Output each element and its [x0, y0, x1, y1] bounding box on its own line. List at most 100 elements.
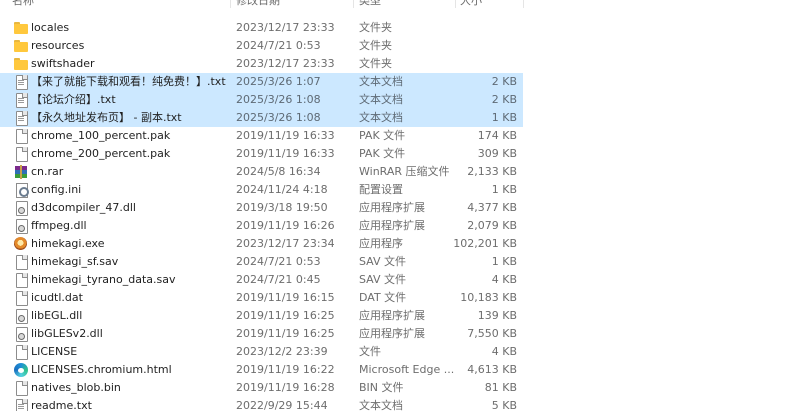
file-size: 2,079 KB — [467, 219, 517, 232]
file-icon — [13, 146, 29, 162]
file-row[interactable]: libGLESv2.dll 2019/11/19 16:25 应用程序扩展 7,550… — [0, 325, 523, 343]
file-modified-date: 2023/12/17 23:33 — [236, 57, 335, 70]
file-row[interactable]: ffmpeg.dll 2019/11/19 16:26 应用程序扩展 2,079 KB — [0, 217, 523, 235]
file-row[interactable]: config.ini 2024/11/24 4:18 配置设置 1 KB — [0, 181, 523, 199]
file-name: locales — [31, 21, 70, 34]
file-type: 文本文档 — [359, 399, 403, 411]
column-header-date[interactable]: 修改日期 — [236, 0, 280, 10]
file-explorer-list: 名称 修改日期 类型 大小 locales 2023/12/17 23:33 文件夹… — [0, 0, 800, 411]
file-modified-date: 2019/11/19 16:15 — [236, 291, 335, 304]
file-size: 7,550 KB — [467, 327, 517, 340]
file-row[interactable]: chrome_100_percent.pak 2019/11/19 16:33 PA… — [0, 127, 523, 145]
file-size: 1 KB — [491, 183, 517, 196]
file-row[interactable]: himekagi.exe 2023/12/17 23:34 应用程序 102,201 … — [0, 235, 523, 253]
file-row[interactable]: d3dcompiler_47.dll 2019/3/18 19:50 应用程序扩展 4… — [0, 199, 523, 217]
file-name: himekagi_sf.sav — [31, 255, 119, 268]
dll-file-icon — [13, 308, 29, 324]
file-type: SAV 文件 — [359, 273, 407, 286]
file-name: resources — [31, 39, 85, 52]
file-name: himekagi.exe — [31, 237, 105, 250]
file-row[interactable]: swiftshader 2023/12/17 23:33 文件夹 — [0, 55, 523, 73]
file-row[interactable]: 【来了就能下载和观看！纯免费！】.txt 2025/3/26 1:07 文本文档 2 … — [0, 73, 523, 91]
column-header-row: 名称 修改日期 类型 大小 — [0, 0, 523, 10]
column-divider[interactable] — [455, 0, 456, 8]
file-modified-date: 2025/3/26 1:08 — [236, 111, 321, 124]
column-header-size[interactable]: 大小 — [460, 0, 482, 10]
file-type: 文本文档 — [359, 111, 403, 124]
file-size: 2 KB — [491, 93, 517, 106]
edge-html-icon — [13, 362, 29, 378]
column-divider[interactable] — [353, 0, 354, 8]
file-type: Microsoft Edge ... — [359, 363, 455, 376]
column-divider[interactable] — [523, 0, 524, 8]
file-name: LICENSES.chromium.html — [31, 363, 172, 376]
file-name: 【永久地址发布页】 - 副本.txt — [31, 111, 182, 124]
file-type: 文本文档 — [359, 75, 403, 88]
file-name: config.ini — [31, 183, 82, 196]
file-size: 81 KB — [484, 381, 517, 394]
file-icon — [13, 272, 29, 288]
file-name: chrome_200_percent.pak — [31, 147, 171, 160]
folder-icon — [13, 20, 29, 36]
file-type: WinRAR 压缩文件 — [359, 165, 450, 178]
file-name: natives_blob.bin — [31, 381, 121, 394]
file-name: libGLESv2.dll — [31, 327, 103, 340]
file-type: 文件夹 — [359, 57, 392, 70]
file-list: locales 2023/12/17 23:33 文件夹 resources 2024/… — [0, 19, 800, 411]
file-type: 配置设置 — [359, 183, 403, 196]
file-size: 4,377 KB — [467, 201, 517, 214]
file-row[interactable]: readme.txt 2022/9/29 15:44 文本文档 5 KB — [0, 397, 523, 411]
file-row[interactable]: locales 2023/12/17 23:33 文件夹 — [0, 19, 523, 37]
file-row[interactable]: LICENSE 2023/12/2 23:39 文件 4 KB — [0, 343, 523, 361]
column-header-type[interactable]: 类型 — [359, 0, 381, 10]
file-size: 5 KB — [491, 399, 517, 411]
file-modified-date: 2025/3/26 1:08 — [236, 93, 321, 106]
file-modified-date: 2019/11/19 16:26 — [236, 219, 335, 232]
file-size: 2,133 KB — [467, 165, 517, 178]
file-icon — [13, 380, 29, 396]
file-modified-date: 2019/11/19 16:33 — [236, 147, 335, 160]
file-name: libEGL.dll — [31, 309, 83, 322]
file-modified-date: 2019/11/19 16:25 — [236, 309, 335, 322]
file-type: 应用程序扩展 — [359, 327, 425, 340]
winrar-archive-icon — [13, 164, 29, 180]
file-row[interactable]: 【永久地址发布页】 - 副本.txt 2025/3/26 1:08 文本文档 1 KB — [0, 109, 523, 127]
column-divider[interactable] — [230, 0, 231, 8]
file-size: 2 KB — [491, 75, 517, 88]
file-row[interactable]: chrome_200_percent.pak 2019/11/19 16:33 PA… — [0, 145, 523, 163]
file-name: swiftshader — [31, 57, 95, 70]
file-modified-date: 2022/9/29 15:44 — [236, 399, 328, 411]
dll-file-icon — [13, 218, 29, 234]
file-type: 应用程序扩展 — [359, 201, 425, 214]
file-modified-date: 2019/11/19 16:25 — [236, 327, 335, 340]
file-row[interactable]: himekagi_sf.sav 2024/7/21 0:53 SAV 文件 1 KB — [0, 253, 523, 271]
file-row[interactable]: icudtl.dat 2019/11/19 16:15 DAT 文件 10,183 K… — [0, 289, 523, 307]
folder-icon — [13, 56, 29, 72]
file-type: PAK 文件 — [359, 129, 406, 142]
file-size: 10,183 KB — [460, 291, 517, 304]
file-name: d3dcompiler_47.dll — [31, 201, 136, 214]
file-modified-date: 2025/3/26 1:07 — [236, 75, 321, 88]
file-name: himekagi_tyrano_data.sav — [31, 273, 176, 286]
file-row[interactable]: cn.rar 2024/5/8 16:34 WinRAR 压缩文件 2,133 KB — [0, 163, 523, 181]
file-modified-date: 2019/11/19 16:33 — [236, 129, 335, 142]
file-row[interactable]: natives_blob.bin 2019/11/19 16:28 BIN 文件 81… — [0, 379, 523, 397]
file-type: 文件夹 — [359, 21, 392, 34]
file-row[interactable]: himekagi_tyrano_data.sav 2024/7/21 0:45 SA… — [0, 271, 523, 289]
file-type: PAK 文件 — [359, 147, 406, 160]
file-modified-date: 2023/12/17 23:34 — [236, 237, 335, 250]
file-size: 1 KB — [491, 255, 517, 268]
file-modified-date: 2024/7/21 0:45 — [236, 273, 321, 286]
file-modified-date: 2023/12/2 23:39 — [236, 345, 328, 358]
file-row[interactable]: resources 2024/7/21 0:53 文件夹 — [0, 37, 523, 55]
file-name: LICENSE — [31, 345, 78, 358]
file-type: 文件夹 — [359, 39, 392, 52]
file-type: SAV 文件 — [359, 255, 407, 268]
file-type: 文件 — [359, 345, 381, 358]
file-row[interactable]: LICENSES.chromium.html 2019/11/19 16:22 Mi… — [0, 361, 523, 379]
column-header-name[interactable]: 名称 — [12, 0, 34, 10]
text-file-icon — [13, 92, 29, 108]
file-row[interactable]: 【论坛介绍】.txt 2025/3/26 1:08 文本文档 2 KB — [0, 91, 523, 109]
file-row[interactable]: libEGL.dll 2019/11/19 16:25 应用程序扩展 139 KB — [0, 307, 523, 325]
file-modified-date: 2019/11/19 16:28 — [236, 381, 335, 394]
